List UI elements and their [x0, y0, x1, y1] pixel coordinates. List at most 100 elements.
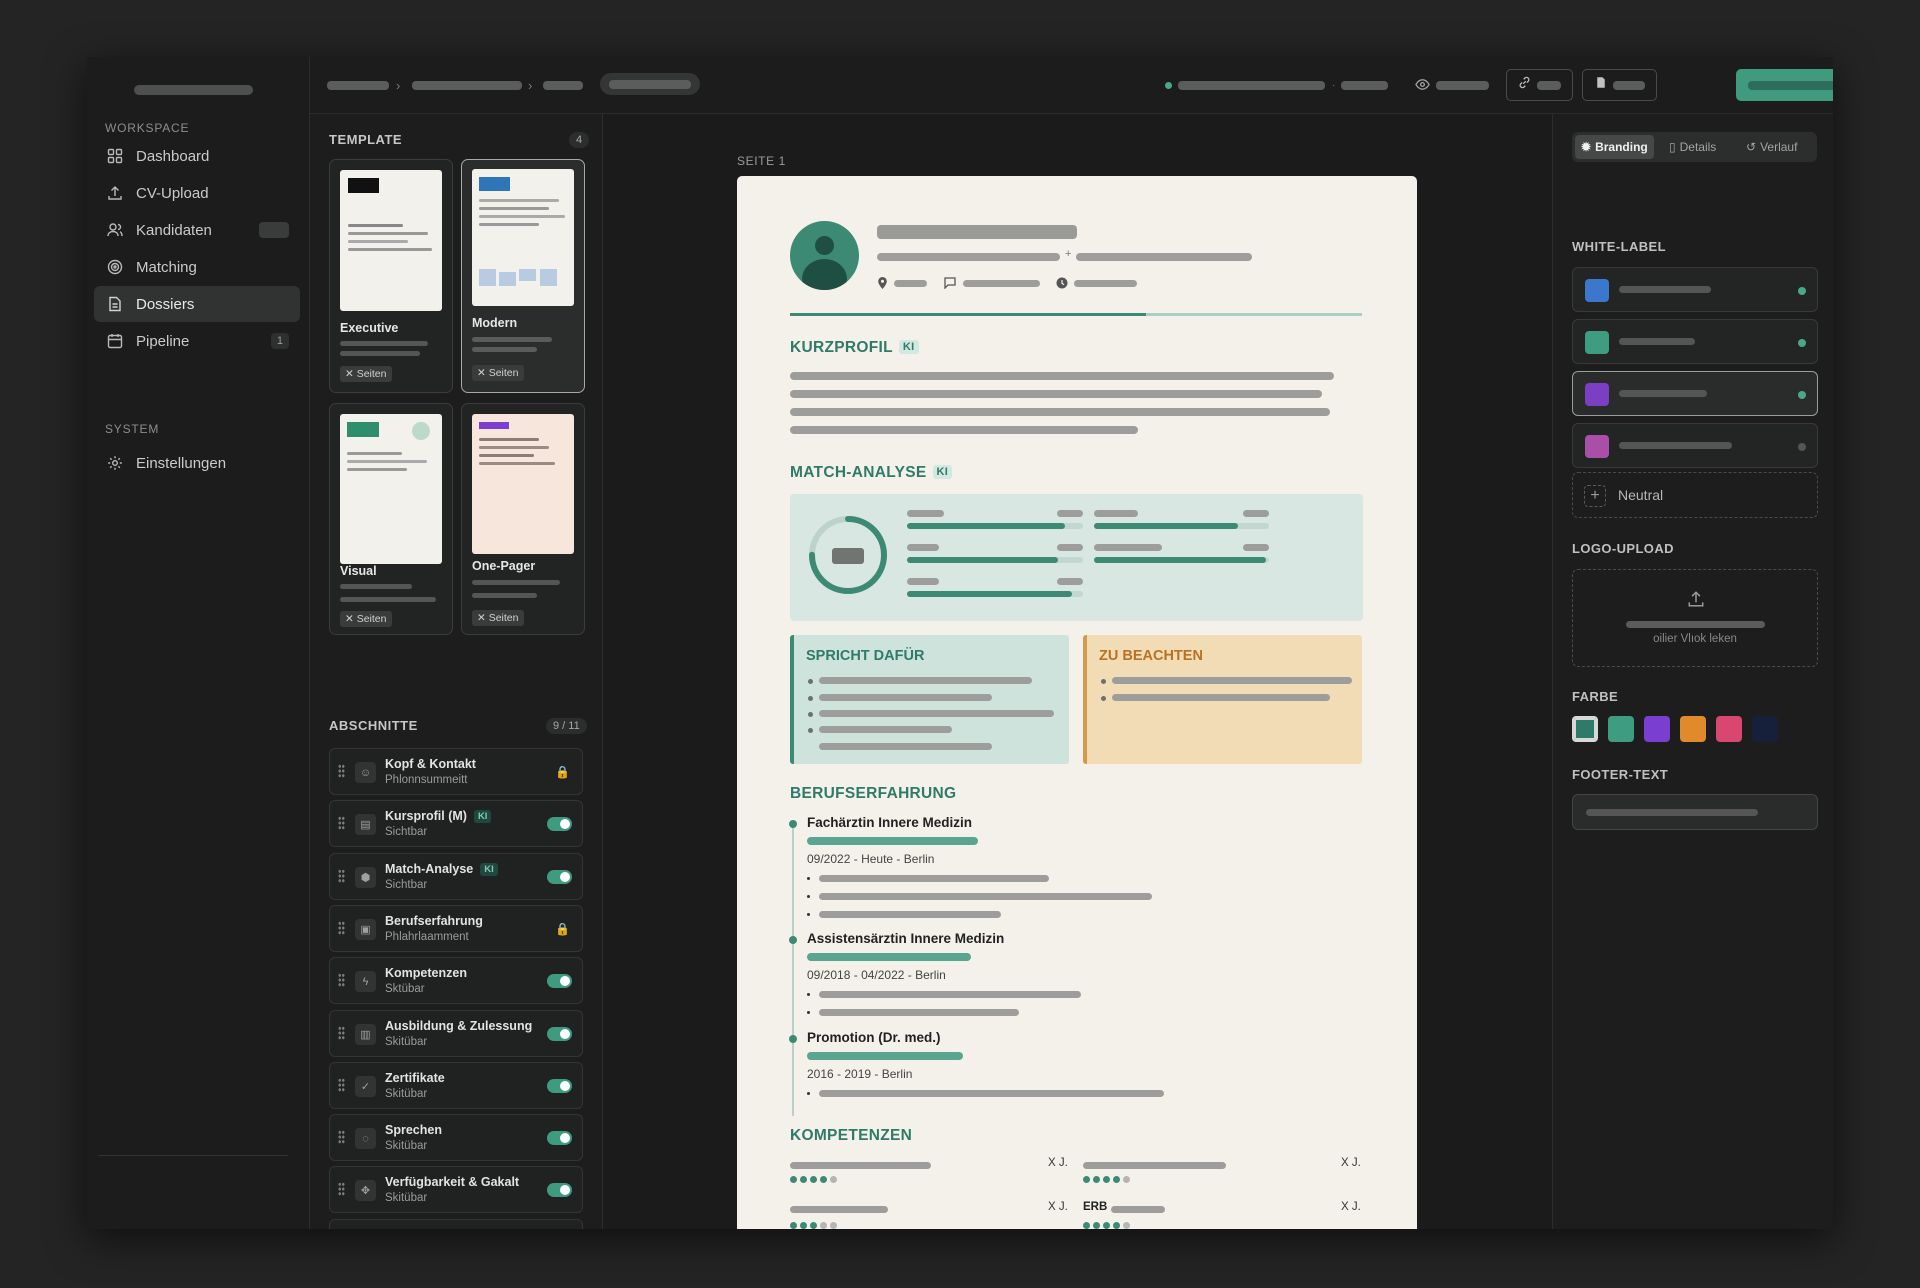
sidebar-item-label: Einstellungen: [136, 454, 227, 472]
color-swatch[interactable]: [1680, 716, 1706, 742]
sidebar-item-pipeline[interactable]: Pipeline 1: [94, 323, 300, 359]
tab-verlauf[interactable]: ↺ Verlauf: [1740, 135, 1803, 159]
neutral-option-button[interactable]: + Neutral: [1572, 472, 1818, 518]
skill-name: [790, 1206, 888, 1213]
color-swatch[interactable]: [1608, 716, 1634, 742]
visibility-toggle[interactable]: [547, 1183, 572, 1198]
section-row[interactable]: ◌ Sprechen Skitübar: [329, 1114, 583, 1162]
header-divider: [790, 313, 1362, 316]
drag-handle-icon[interactable]: [338, 1130, 345, 1145]
section-title: Match-Analyse KI: [385, 862, 498, 876]
sidebar-item-dossiers[interactable]: Dossiers: [94, 286, 300, 322]
color-swatch[interactable]: [1572, 716, 1598, 742]
white-label-option[interactable]: [1572, 267, 1818, 312]
sections-title: ABSCHNITTE: [329, 718, 418, 733]
sidebar-item-label: Kandidaten: [136, 221, 212, 239]
section-row[interactable]: ☺ Kopf & Kontakt Phlonnsummeitt 🔒: [329, 748, 583, 795]
share-link-button[interactable]: [1506, 69, 1573, 101]
visibility-toggle[interactable]: [547, 817, 572, 832]
grid-icon: [106, 147, 124, 165]
drag-handle-icon[interactable]: [338, 1182, 345, 1197]
drag-handle-icon[interactable]: [338, 973, 345, 988]
preview-label[interactable]: [1436, 81, 1489, 90]
color-swatch[interactable]: [1752, 716, 1778, 742]
rating-dot-filled: [790, 1176, 797, 1183]
section-row[interactable]: ◎Persönliches StatementSichlobar: [329, 1218, 583, 1229]
breadcrumb-item[interactable]: [412, 81, 522, 90]
color-swatch[interactable]: [1644, 716, 1670, 742]
export-pdf-button[interactable]: [1582, 69, 1657, 101]
white-label-option[interactable]: [1572, 319, 1818, 364]
template-card-visual[interactable]: Visual ✕ Seiten: [329, 403, 453, 635]
drag-handle-icon[interactable]: [338, 816, 345, 831]
rating-dot-filled: [1093, 1222, 1100, 1229]
breadcrumb-item[interactable]: [543, 81, 583, 90]
visibility-toggle[interactable]: [547, 974, 572, 989]
kurzprofil-heading: KURZPROFIL KI: [790, 339, 919, 357]
match-bar-fill: [907, 523, 1066, 529]
section-row[interactable]: ▤ Kursprofil (M) KI Sichtbar: [329, 800, 583, 848]
skill-name: [1111, 1206, 1165, 1213]
sidebar-item-cv-upload[interactable]: CV-Upload: [94, 175, 300, 211]
section-row[interactable]: ▣ Berufserfahrung Phlahrlaamment 🔒: [329, 904, 583, 952]
sidebar-item-label: Dossiers: [136, 295, 195, 313]
drag-handle-icon[interactable]: [338, 920, 345, 935]
footer-text-input[interactable]: [1572, 794, 1818, 830]
section-row[interactable]: ⬢ Match-Analyse KI Sichtbar: [329, 852, 583, 900]
visibility-toggle[interactable]: [547, 1026, 572, 1041]
avatar: [790, 221, 859, 290]
drag-handle-icon[interactable]: [338, 868, 345, 883]
sidebar-item-kandidaten[interactable]: Kandidaten: [94, 212, 300, 248]
visibility-toggle[interactable]: [547, 869, 572, 884]
sidebar-item-dashboard[interactable]: Dashboard: [94, 138, 300, 174]
pro-box: SPRICHT DAFÜR: [790, 635, 1069, 764]
sidebar-item-einstellungen[interactable]: Einstellungen: [94, 445, 300, 481]
white-label-option[interactable]: [1572, 371, 1818, 416]
section-row[interactable]: ✓ Zertifikate Skitübar: [329, 1061, 583, 1109]
section-status: Sktübar: [385, 983, 425, 996]
match-bar-fill: [1094, 523, 1238, 529]
white-label-heading: WHITE-LABEL: [1572, 239, 1666, 254]
briefcase-icon: ▣: [355, 918, 376, 940]
eye-icon[interactable]: [1415, 77, 1430, 97]
rating-dot-filled: [820, 1176, 827, 1183]
drag-handle-icon[interactable]: [338, 1025, 345, 1040]
white-label-option[interactable]: [1572, 423, 1818, 468]
logo-upload-dropzone[interactable]: oilier Vlıok leken: [1572, 569, 1818, 667]
visibility-toggle[interactable]: [547, 1131, 572, 1146]
tab-details[interactable]: ▯ Details: [1663, 135, 1722, 159]
timeline-dot: [789, 1035, 797, 1043]
system-section-label: SYSTEM: [105, 422, 160, 436]
sidebar-item-matching[interactable]: Matching: [94, 249, 300, 285]
topbar: › › ·: [310, 57, 1833, 114]
template-card-executive[interactable]: Executive ✕ Seiten: [329, 159, 453, 393]
template-card-modern[interactable]: Modern ✕ Seiten: [461, 159, 585, 393]
plus-icon: +: [1584, 485, 1606, 507]
match-score-ring: [809, 516, 887, 594]
rating-dot-filled: [1083, 1176, 1090, 1183]
rating-dot-filled: [1103, 1176, 1110, 1183]
candidate-role: [877, 253, 1060, 261]
template-panel: TEMPLATE 4 Executive ✕ Seiten Modern ✕ S…: [310, 114, 603, 1229]
section-row[interactable]: ✥ Verfügbarkeit & Gakalt Skitübar: [329, 1166, 583, 1214]
text-line: [790, 426, 1138, 434]
upload-hint: oilier Vlıok leken: [1653, 633, 1737, 645]
drag-handle-icon[interactable]: [338, 764, 345, 778]
visibility-toggle[interactable]: [547, 1078, 572, 1093]
page-label: SEITE 1: [737, 154, 786, 168]
logo[interactable]: [134, 85, 253, 95]
dossier-page[interactable]: + KURZPROFIL KI MATCH-ANALYSE KI SPRICHT…: [737, 176, 1417, 1229]
template-card-one-pager[interactable]: One-Pager ✕ Seiten: [461, 403, 585, 635]
breadcrumb-current[interactable]: [600, 73, 700, 95]
job-meta: 2016 - 2019 - Berlin: [807, 1067, 913, 1081]
section-row[interactable]: ϟ Kompetenzen Sktübar: [329, 957, 583, 1005]
skill-rating: [790, 1222, 837, 1229]
section-row[interactable]: ▥ Ausbildung & Zulessung Skitübar: [329, 1009, 583, 1057]
brand-color-swatch: [1585, 279, 1609, 302]
rating-dot-empty: [1123, 1176, 1130, 1183]
drag-handle-icon[interactable]: [338, 1077, 345, 1092]
color-swatch[interactable]: [1716, 716, 1742, 742]
tab-branding[interactable]: ✹ Branding: [1575, 135, 1654, 159]
publish-button[interactable]: [1736, 69, 1833, 101]
breadcrumb-item[interactable]: [327, 81, 389, 90]
